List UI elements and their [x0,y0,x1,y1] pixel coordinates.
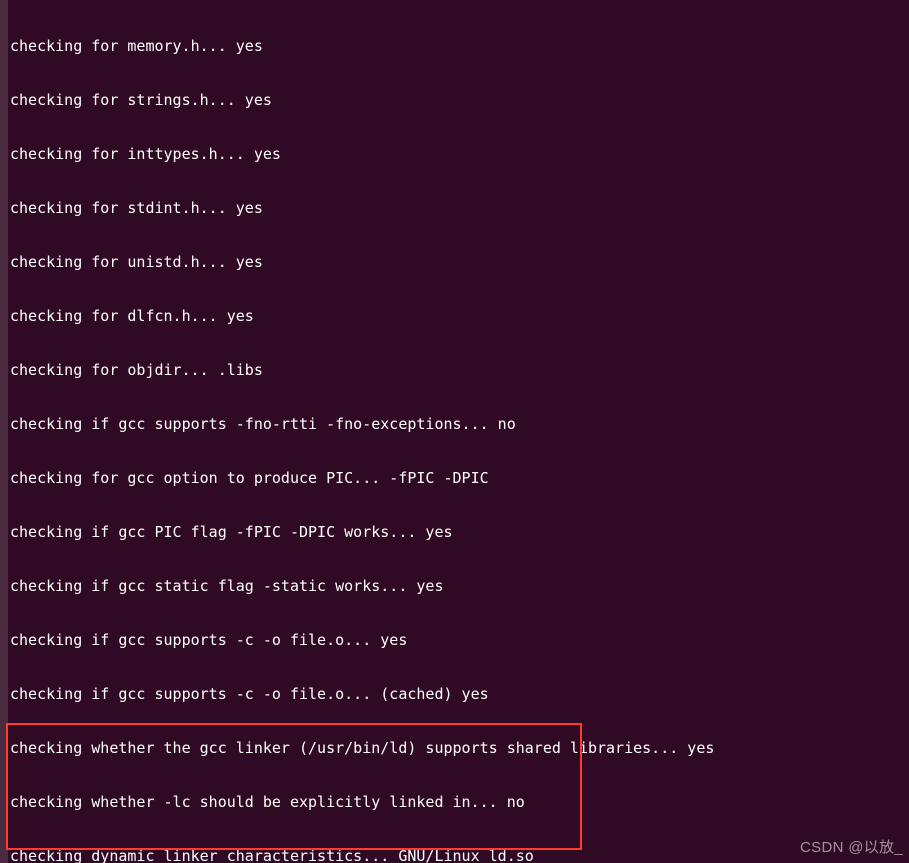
output-line: checking if gcc PIC flag -fPIC -DPIC wor… [10,523,909,541]
output-line: checking for memory.h... yes [10,37,909,55]
output-line: checking for inttypes.h... yes [10,145,909,163]
left-gutter [0,0,8,863]
watermark-text: CSDN @以放_ [800,839,903,857]
output-line: checking whether -lc should be explicitl… [10,793,909,811]
output-line: checking if gcc supports -c -o file.o...… [10,631,909,649]
output-line: checking if gcc supports -fno-rtti -fno-… [10,415,909,433]
output-line: checking for strings.h... yes [10,91,909,109]
output-line: checking for stdint.h... yes [10,199,909,217]
output-line: checking for gcc option to produce PIC..… [10,469,909,487]
output-line: checking for dlfcn.h... yes [10,307,909,325]
output-line: checking if gcc supports -c -o file.o...… [10,685,909,703]
output-line: checking if gcc static flag -static work… [10,577,909,595]
terminal-output[interactable]: checking for memory.h... yes checking fo… [10,1,909,863]
output-line: checking dynamic linker characteristics.… [10,847,909,863]
output-line: checking for unistd.h... yes [10,253,909,271]
output-line: checking whether the gcc linker (/usr/bi… [10,739,909,757]
output-line: checking for objdir... .libs [10,361,909,379]
